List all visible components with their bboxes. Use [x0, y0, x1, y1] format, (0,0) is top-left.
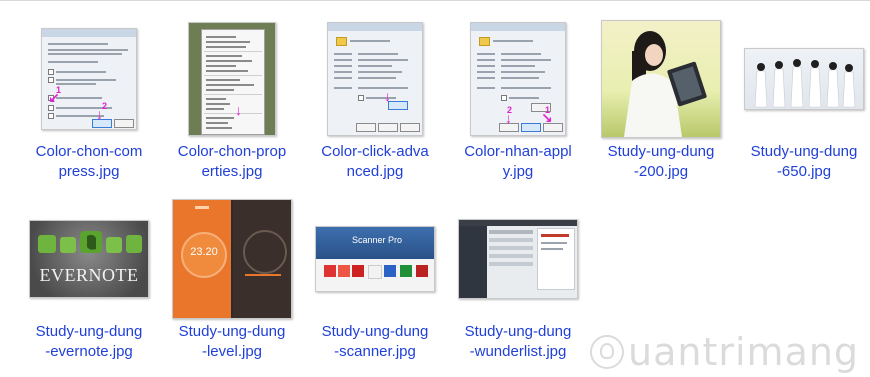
file-name: Color-chon-prop erties.jpg — [177, 143, 287, 180]
scanner-title: Scanner Pro — [352, 235, 403, 245]
thumbnail-level-app: 23.20 — [172, 199, 292, 319]
file-name: Study-ung-dung -scanner.jpg — [321, 323, 429, 360]
evernote-wordmark: EVERNOTE — [39, 265, 139, 285]
site-watermark: uantrimang — [590, 327, 870, 377]
file-item[interactable]: EVERNOTE Study-ung-dung -evernote.jpg — [18, 198, 160, 362]
file-name: Study-ung-dung -level.jpg — [178, 323, 286, 360]
thumbnail-apply-dialog: 2 ↓ 1 ↘ — [470, 22, 566, 136]
file-name: Study-ung-dung -200.jpg — [607, 143, 715, 180]
file-item[interactable]: Scanner Pro Study-ung-dung -scanner.jpg — [304, 198, 446, 362]
student-reading-illustration — [624, 31, 707, 137]
annotation-arrow-icon: ↘ — [541, 110, 553, 126]
file-item[interactable]: Study-ung-dung -200.jpg — [590, 18, 732, 182]
file-item[interactable]: 2 ↓ 1 ↘ Color-nhan-appl y.jpg — [447, 18, 589, 182]
file-thumbnail-grid: 1 ↙ 2 ↓ Color-chon-com press.jpg ↓ Color… — [0, 0, 870, 377]
file-item[interactable]: ↓ Color-chon-prop erties.jpg — [161, 18, 303, 182]
students-group-illustration — [754, 59, 856, 108]
file-name: Study-ung-dung -650.jpg — [750, 143, 858, 180]
file-name: Color-nhan-appl y.jpg — [464, 143, 572, 180]
thumbnail-photo-student — [601, 20, 721, 138]
file-item[interactable]: ↓ Color-click-adva nced.jpg — [304, 18, 446, 182]
file-item[interactable]: Study-ung-dung -650.jpg — [733, 18, 870, 182]
file-name: Color-click-adva nced.jpg — [321, 143, 429, 180]
file-name: Color-chon-com press.jpg — [35, 143, 143, 180]
thumbnail-wunderlist — [458, 219, 578, 299]
thumbnail-evernote: EVERNOTE — [29, 220, 149, 298]
annotation-arrow-icon: ↓ — [96, 106, 103, 122]
lightbulb-icon — [590, 335, 624, 369]
file-item[interactable]: Study-ung-dung -wunderlist.jpg — [447, 198, 589, 362]
annotation-arrow-icon: ↓ — [235, 102, 242, 118]
file-item[interactable]: 23.20 Study-ung-dung -level.jpg — [161, 198, 303, 362]
file-name: Study-ung-dung -wunderlist.jpg — [464, 323, 572, 360]
thumbnail-compress-dialog: 1 ↙ 2 ↓ — [41, 28, 137, 130]
annotation-arrow-icon: ↓ — [384, 88, 391, 104]
annotation-arrow-icon: ↓ — [505, 110, 512, 126]
watermark-text: uantrimang — [628, 330, 860, 374]
annotation-arrow-icon: ↙ — [48, 90, 60, 106]
level-reading: 23.20 — [190, 246, 218, 258]
file-item[interactable]: 1 ↙ 2 ↓ Color-chon-com press.jpg — [18, 18, 160, 182]
thumbnail-scanner-pro: Scanner Pro — [315, 226, 435, 292]
file-name: Study-ung-dung -evernote.jpg — [35, 323, 143, 360]
thumbnail-context-menu: ↓ — [188, 22, 276, 136]
thumbnail-photo-group — [744, 48, 864, 110]
thumbnail-properties-dialog: ↓ — [327, 22, 423, 136]
